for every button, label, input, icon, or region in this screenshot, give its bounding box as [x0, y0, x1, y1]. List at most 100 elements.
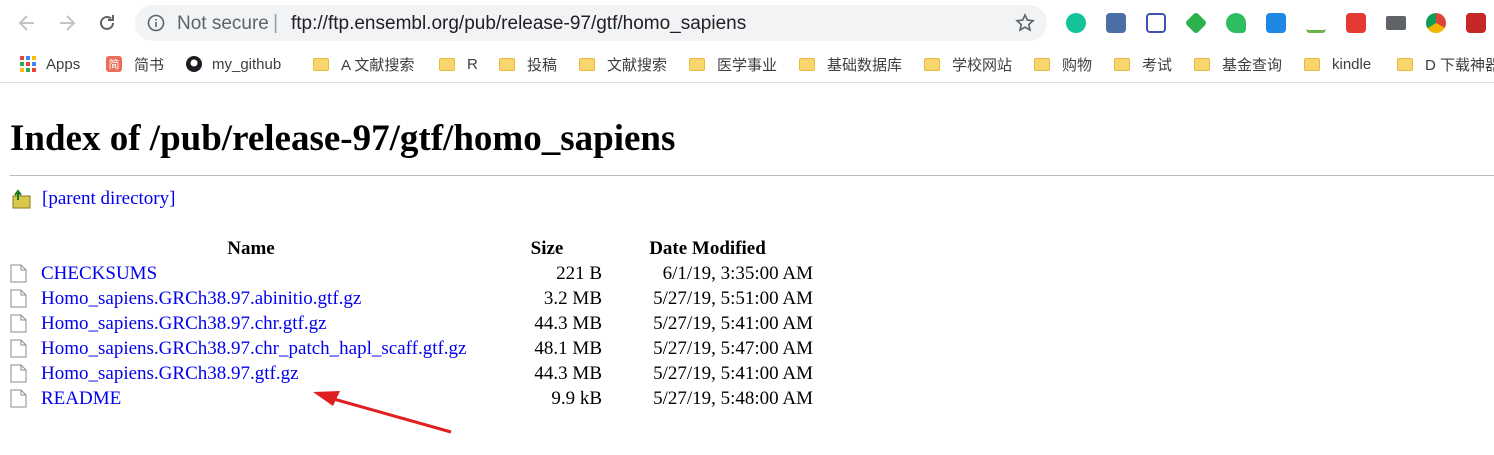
note-icon[interactable]: [1266, 13, 1286, 33]
url-text[interactable]: ftp://ftp.ensembl.org/pub/release-97/gtf…: [291, 13, 746, 35]
folder-icon: [799, 57, 815, 71]
bookmark-folder-school[interactable]: 学校网站: [924, 54, 1012, 74]
address-bar[interactable]: Not secure | ftp://ftp.ensembl.org/pub/r…: [135, 5, 1047, 41]
bookmark-label: 学校网站: [952, 56, 1013, 74]
file-date: 5/27/19, 5:41:00 AM: [653, 362, 813, 384]
file-date: 5/27/19, 5:41:00 AM: [653, 312, 813, 334]
bookmark-folder-downloads[interactable]: D 下载神器: [1397, 54, 1494, 74]
bookmark-github[interactable]: my_github: [186, 54, 281, 74]
bookmark-label: A 文献搜索: [341, 56, 415, 74]
evernote-icon[interactable]: [1226, 13, 1246, 33]
bookmark-label: 基金查询: [1222, 56, 1283, 74]
page-title: Index of /pub/release-97/gtf/homo_sapien…: [10, 118, 676, 159]
file-link[interactable]: CHECKSUMS: [41, 263, 157, 285]
bookmark-jianshu[interactable]: 简 简书: [106, 54, 164, 74]
table-row: Homo_sapiens.GRCh38.97.chr.gtf.gz 44.3 M…: [10, 311, 813, 336]
file-size: 221 B: [556, 262, 602, 284]
bookmark-folder-exams[interactable]: 考试: [1114, 54, 1172, 74]
file-size: 44.3 MB: [534, 362, 602, 384]
size-column-header: Size: [530, 237, 564, 259]
file-date: 5/27/19, 5:51:00 AM: [653, 287, 813, 309]
bookmark-apps[interactable]: Apps: [20, 54, 80, 74]
check-icon[interactable]: [1306, 13, 1326, 33]
apps-grid-icon: [20, 56, 36, 72]
bookmark-label: Apps: [46, 55, 81, 73]
bookmark-folder-literature[interactable]: 文献搜索: [579, 54, 667, 74]
table-row: Homo_sapiens.GRCh38.97.abinitio.gtf.gz 3…: [10, 286, 813, 311]
file-size: 48.1 MB: [534, 337, 602, 359]
bookmark-folder-shopping[interactable]: 购物: [1034, 54, 1092, 74]
bookmark-folder-kindle[interactable]: kindle: [1304, 54, 1371, 74]
table-row: CHECKSUMS 221 B 6/1/19, 3:35:00 AM: [10, 261, 813, 286]
file-table: Name Size Date Modified CHECKSUMS 221 B …: [10, 236, 813, 411]
file-icon: [10, 339, 27, 358]
folder-icon: [1397, 57, 1413, 71]
bookmark-label: 投稿: [527, 56, 558, 74]
chrome-icon[interactable]: [1426, 13, 1446, 33]
rss-icon[interactable]: [1106, 13, 1126, 33]
file-link[interactable]: Homo_sapiens.GRCh38.97.chr.gtf.gz: [41, 313, 327, 335]
reload-button[interactable]: [92, 8, 122, 38]
star-icon[interactable]: [1015, 13, 1035, 33]
security-label[interactable]: Not secure: [177, 13, 269, 35]
file-link[interactable]: README: [41, 388, 121, 410]
bookmark-label: my_github: [212, 55, 282, 73]
grammarly-icon[interactable]: [1066, 13, 1086, 33]
arrow-right-icon: [60, 15, 76, 31]
arrow-left-icon: [18, 15, 34, 31]
bookmark-label: R: [467, 55, 478, 73]
table-row: Homo_sapiens.GRCh38.97.chr_patch_hapl_sc…: [10, 336, 813, 361]
tasks-icon[interactable]: [1466, 13, 1486, 33]
folder-icon: [1114, 57, 1130, 71]
bookmarks-bar: Apps 简 简书 my_github A 文献搜索 R 投稿 文献搜索 医学事…: [0, 46, 1494, 83]
bookmark-label: kindle: [1332, 55, 1372, 73]
file-icon: [10, 389, 27, 408]
table-header-row: Name Size Date Modified: [10, 236, 813, 261]
bookmark-label: 医学事业: [717, 56, 778, 74]
info-icon[interactable]: [147, 14, 165, 32]
bookmark-label: 基础数据库: [827, 56, 903, 74]
bookmark-folder-databases[interactable]: 基础数据库: [799, 54, 902, 74]
bookmark-folder-a[interactable]: A 文献搜索: [313, 54, 414, 74]
up-folder-icon: [12, 189, 31, 209]
file-link[interactable]: Homo_sapiens.GRCh38.97.abinitio.gtf.gz: [41, 288, 361, 310]
science-icon[interactable]: [1146, 13, 1166, 33]
file-link[interactable]: Homo_sapiens.GRCh38.97.chr_patch_hapl_sc…: [41, 338, 466, 360]
date-column-header: Date Modified: [649, 237, 766, 259]
mail-icon[interactable]: [1386, 16, 1406, 30]
name-column-header: Name: [227, 237, 275, 259]
jianshu-icon: 简: [106, 56, 122, 72]
file-date: 6/1/19, 3:35:00 AM: [662, 262, 813, 284]
bookmark-label: D 下载神器: [1425, 56, 1494, 74]
jianshu-glyph: 简: [108, 59, 120, 71]
file-date: 5/27/19, 5:48:00 AM: [653, 387, 813, 409]
file-date: 5/27/19, 5:47:00 AM: [653, 337, 813, 359]
bookmark-folder-submission[interactable]: 投稿: [499, 54, 557, 74]
github-icon: [186, 56, 202, 72]
bookmark-folder-medical[interactable]: 医学事业: [689, 54, 777, 74]
bookmark-label: 购物: [1062, 56, 1093, 74]
omnibox-separator: |: [273, 12, 279, 34]
text-icon[interactable]: [1346, 13, 1366, 33]
parent-directory-row: [parent directory]: [12, 188, 175, 210]
folder-icon: [313, 57, 329, 71]
file-size: 3.2 MB: [543, 287, 602, 309]
browser-toolbar: Not secure | ftp://ftp.ensembl.org/pub/r…: [0, 0, 1494, 46]
folder-icon: [689, 57, 705, 71]
bookmark-folder-funding[interactable]: 基金查询: [1194, 54, 1282, 74]
page-content: Index of /pub/release-97/gtf/homo_sapien…: [0, 83, 1494, 455]
feedly-icon[interactable]: [1184, 11, 1208, 35]
forward-button[interactable]: [52, 8, 82, 38]
reload-icon: [100, 15, 114, 30]
folder-icon: [924, 57, 940, 71]
back-button[interactable]: [12, 8, 42, 38]
folder-icon: [1304, 57, 1320, 71]
file-link[interactable]: Homo_sapiens.GRCh38.97.gtf.gz: [41, 363, 299, 385]
parent-directory-link[interactable]: [parent directory]: [42, 188, 175, 210]
bookmark-folder-r[interactable]: R: [439, 54, 478, 74]
bookmark-label: 考试: [1142, 56, 1173, 74]
divider: [10, 175, 1494, 176]
table-row: README 9.9 kB 5/27/19, 5:48:00 AM: [10, 386, 813, 411]
folder-icon: [579, 57, 595, 71]
folder-icon: [1034, 57, 1050, 71]
